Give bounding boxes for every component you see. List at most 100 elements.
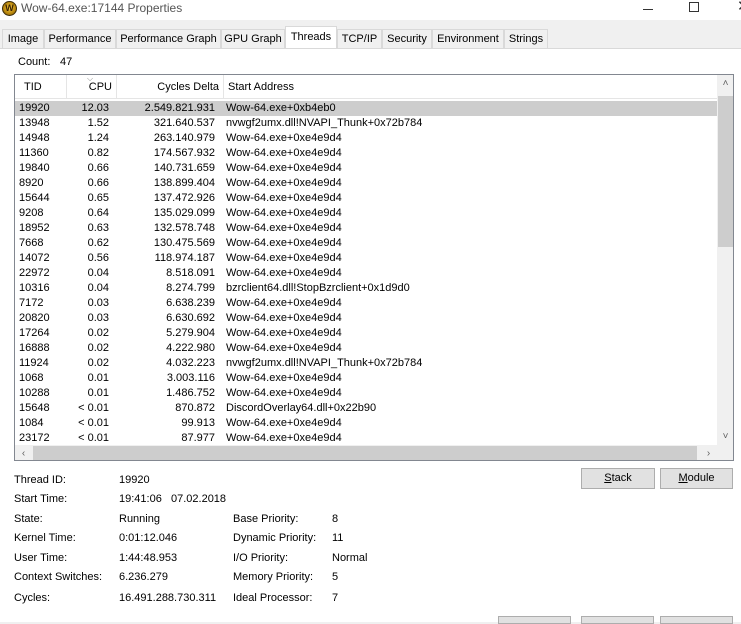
tab-gpu-graph[interactable]: GPU Graph <box>221 29 285 48</box>
thread-start-address-cell: Wow-64.exe+0xe4e9d4 <box>226 252 342 264</box>
tab-performance[interactable]: Performance <box>44 29 116 48</box>
tab-environment[interactable]: Environment <box>432 29 504 48</box>
thread-row[interactable]: 1068 0.01 3.003.116 Wow-64.exe+0xe4e9d4 <box>15 371 717 386</box>
thread-cpu-cell: 0.82 <box>87 147 109 159</box>
thread-start-address-cell: Wow-64.exe+0xe4e9d4 <box>226 417 342 429</box>
thread-tid-cell: 15648 <box>19 402 50 414</box>
thread-tid-cell: 7172 <box>19 297 44 309</box>
scroll-right-arrow-icon[interactable]: › <box>700 445 717 460</box>
scroll-left-arrow-icon[interactable]: ‹ <box>15 445 32 460</box>
thread-cpu-cell: 0.02 <box>87 327 109 339</box>
column-header-start-address[interactable]: Start Address <box>224 75 717 99</box>
thread-tid-cell: 10316 <box>19 282 50 294</box>
horizontal-scroll-thumb[interactable] <box>33 446 697 460</box>
thread-start-address-cell: Wow-64.exe+0xe4e9d4 <box>226 222 342 234</box>
vertical-scrollbar[interactable]: ˄ ˅ <box>717 75 733 445</box>
threads-list[interactable]: TID ⌵ CPU Cycles Delta Start Address 199… <box>14 74 734 461</box>
column-header-cycles-delta[interactable]: Cycles Delta <box>117 75 224 99</box>
thread-cpu-cell: 0.66 <box>87 177 109 189</box>
thread-row[interactable]: 8920 0.66 138.899.404 Wow-64.exe+0xe4e9d4 <box>15 176 717 191</box>
thread-row[interactable]: 14948 1.24 263.140.979 Wow-64.exe+0xe4e9d4 <box>15 131 717 146</box>
thread-row[interactable]: 7172 0.03 6.638.239 Wow-64.exe+0xe4e9d4 <box>15 296 717 311</box>
horizontal-scrollbar[interactable]: ‹ › <box>15 445 717 460</box>
threads-list-header: TID ⌵ CPU Cycles Delta Start Address <box>15 75 717 99</box>
thread-row[interactable]: 11924 0.02 4.032.223 nvwgf2umx.dll!NVAPI_Th… <box>15 356 717 371</box>
thread-row[interactable]: 1084 < 0.01 99.913 Wow-64.exe+0xe4e9d4 <box>15 416 717 431</box>
thread-tid-cell: 13948 <box>19 117 50 129</box>
scroll-down-arrow-icon[interactable]: ˅ <box>717 428 733 445</box>
dialog-button-1[interactable] <box>498 616 571 624</box>
thread-cpu-cell: 0.63 <box>87 222 109 234</box>
state-label: State: <box>14 513 43 525</box>
close-button[interactable]: ✕ <box>717 0 741 20</box>
base-priority-value: 8 <box>332 513 339 525</box>
thread-row[interactable]: 11360 0.82 174.567.932 Wow-64.exe+0xe4e9d4 <box>15 146 717 161</box>
thread-cycles-delta-cell: 5.279.904 <box>166 327 215 339</box>
thread-row[interactable]: 15644 0.65 137.472.926 Wow-64.exe+0xe4e9d4 <box>15 191 717 206</box>
thread-row[interactable]: 19840 0.66 140.731.659 Wow-64.exe+0xe4e9d4 <box>15 161 717 176</box>
tab-tcp-ip[interactable]: TCP/IP <box>337 29 382 48</box>
thread-start-address-cell: Wow-64.exe+0xe4e9d4 <box>226 312 342 324</box>
tab-performance-graph[interactable]: Performance Graph <box>116 29 221 48</box>
thread-row[interactable]: 22972 0.04 8.518.091 Wow-64.exe+0xe4e9d4 <box>15 266 717 281</box>
tab-security[interactable]: Security <box>382 29 432 48</box>
dialog-button-3[interactable] <box>660 616 733 624</box>
maximize-button[interactable] <box>671 0 717 20</box>
thread-cycles-delta-cell: 137.472.926 <box>153 192 215 204</box>
tab-image[interactable]: Image <box>2 29 44 48</box>
context-switches-label: Context Switches: <box>14 571 103 583</box>
thread-row[interactable]: 7668 0.62 130.475.569 Wow-64.exe+0xe4e9d4 <box>15 236 717 251</box>
thread-cycles-delta-cell: 130.475.569 <box>153 237 215 249</box>
thread-row[interactable]: 10316 0.04 8.274.799 bzrclient64.dll!StopBz… <box>15 281 717 296</box>
thread-row[interactable]: 15648 < 0.01 870.872 DiscordOverlay64.dll+0… <box>15 401 717 416</box>
thread-tid-cell: 1084 <box>19 417 44 429</box>
thread-start-address-cell: Wow-64.exe+0xe4e9d4 <box>226 237 342 249</box>
thread-cpu-cell: 0.02 <box>87 342 109 354</box>
thread-tid-cell: 8920 <box>19 177 44 189</box>
tab-strings[interactable]: Strings <box>504 29 548 48</box>
thread-row[interactable]: 16888 0.02 4.222.980 Wow-64.exe+0xe4e9d4 <box>15 341 717 356</box>
thread-row[interactable]: 23172 < 0.01 87.977 Wow-64.exe+0xe4e9d4 <box>15 431 717 445</box>
column-header-cpu[interactable]: ⌵ CPU <box>67 75 117 99</box>
io-priority-label: I/O Priority: <box>233 552 289 564</box>
thread-cycles-delta-cell: 132.578.748 <box>153 222 215 234</box>
thread-cycles-delta-cell: 6.638.239 <box>166 297 215 309</box>
thread-tid-cell: 14948 <box>19 132 50 144</box>
thread-cpu-cell: 12.03 <box>81 102 109 114</box>
column-header-tid[interactable]: TID <box>15 75 67 99</box>
thread-cycles-delta-cell: 6.630.692 <box>166 312 215 324</box>
thread-row[interactable]: 9208 0.64 135.029.099 Wow-64.exe+0xe4e9d4 <box>15 206 717 221</box>
thread-cpu-cell: 1.24 <box>87 132 109 144</box>
dialog-button-2[interactable] <box>581 616 654 624</box>
memory-priority-label: Memory Priority: <box>233 571 314 583</box>
maximize-icon <box>689 2 699 12</box>
thread-row[interactable]: 17264 0.02 5.279.904 Wow-64.exe+0xe4e9d4 <box>15 326 717 341</box>
thread-tid-cell: 19920 <box>19 102 50 114</box>
column-header-tid-label: TID <box>24 81 42 93</box>
thread-row[interactable]: 18952 0.63 132.578.748 Wow-64.exe+0xe4e9d4 <box>15 221 717 236</box>
tab-threads[interactable]: Threads <box>285 26 337 48</box>
module-button[interactable]: Module <box>660 468 733 489</box>
thread-row[interactable]: 10288 0.01 1.486.752 Wow-64.exe+0xe4e9d4 <box>15 386 717 401</box>
base-priority-label: Base Priority: <box>233 513 299 525</box>
stack-button[interactable]: Stack <box>581 468 655 489</box>
thread-id-label: Thread ID: <box>14 474 66 486</box>
kernel-time-label: Kernel Time: <box>14 532 76 544</box>
thread-row[interactable]: 14072 0.56 118.974.187 Wow-64.exe+0xe4e9d4 <box>15 251 717 266</box>
thread-row[interactable]: 19920 12.03 2.549.821.931 Wow-64.exe+0xb4eb… <box>15 101 717 116</box>
thread-start-address-cell: Wow-64.exe+0xe4e9d4 <box>226 267 342 279</box>
ideal-processor-label: Ideal Processor: <box>233 592 313 604</box>
window-title: Wow-64.exe:17144 Properties <box>21 1 183 15</box>
start-time-value: 19:41:06 07.02.2018 <box>119 493 227 505</box>
thread-start-address-cell: Wow-64.exe+0xe4e9d4 <box>226 387 342 399</box>
thread-row[interactable]: 20820 0.03 6.630.692 Wow-64.exe+0xe4e9d4 <box>15 311 717 326</box>
thread-cycles-delta-cell: 138.899.404 <box>153 177 215 189</box>
thread-cycles-delta-cell: 263.140.979 <box>153 132 215 144</box>
minimize-button[interactable] <box>625 0 671 20</box>
scroll-up-arrow-icon[interactable]: ˄ <box>717 75 733 92</box>
context-switches-value: 6.236.279 <box>119 571 168 583</box>
vertical-scroll-thumb[interactable] <box>718 96 733 247</box>
thread-cycles-delta-cell: 140.731.659 <box>153 162 215 174</box>
thread-start-address-cell: Wow-64.exe+0xe4e9d4 <box>226 192 342 204</box>
thread-row[interactable]: 13948 1.52 321.640.537 nvwgf2umx.dll!NVAPI_… <box>15 116 717 131</box>
